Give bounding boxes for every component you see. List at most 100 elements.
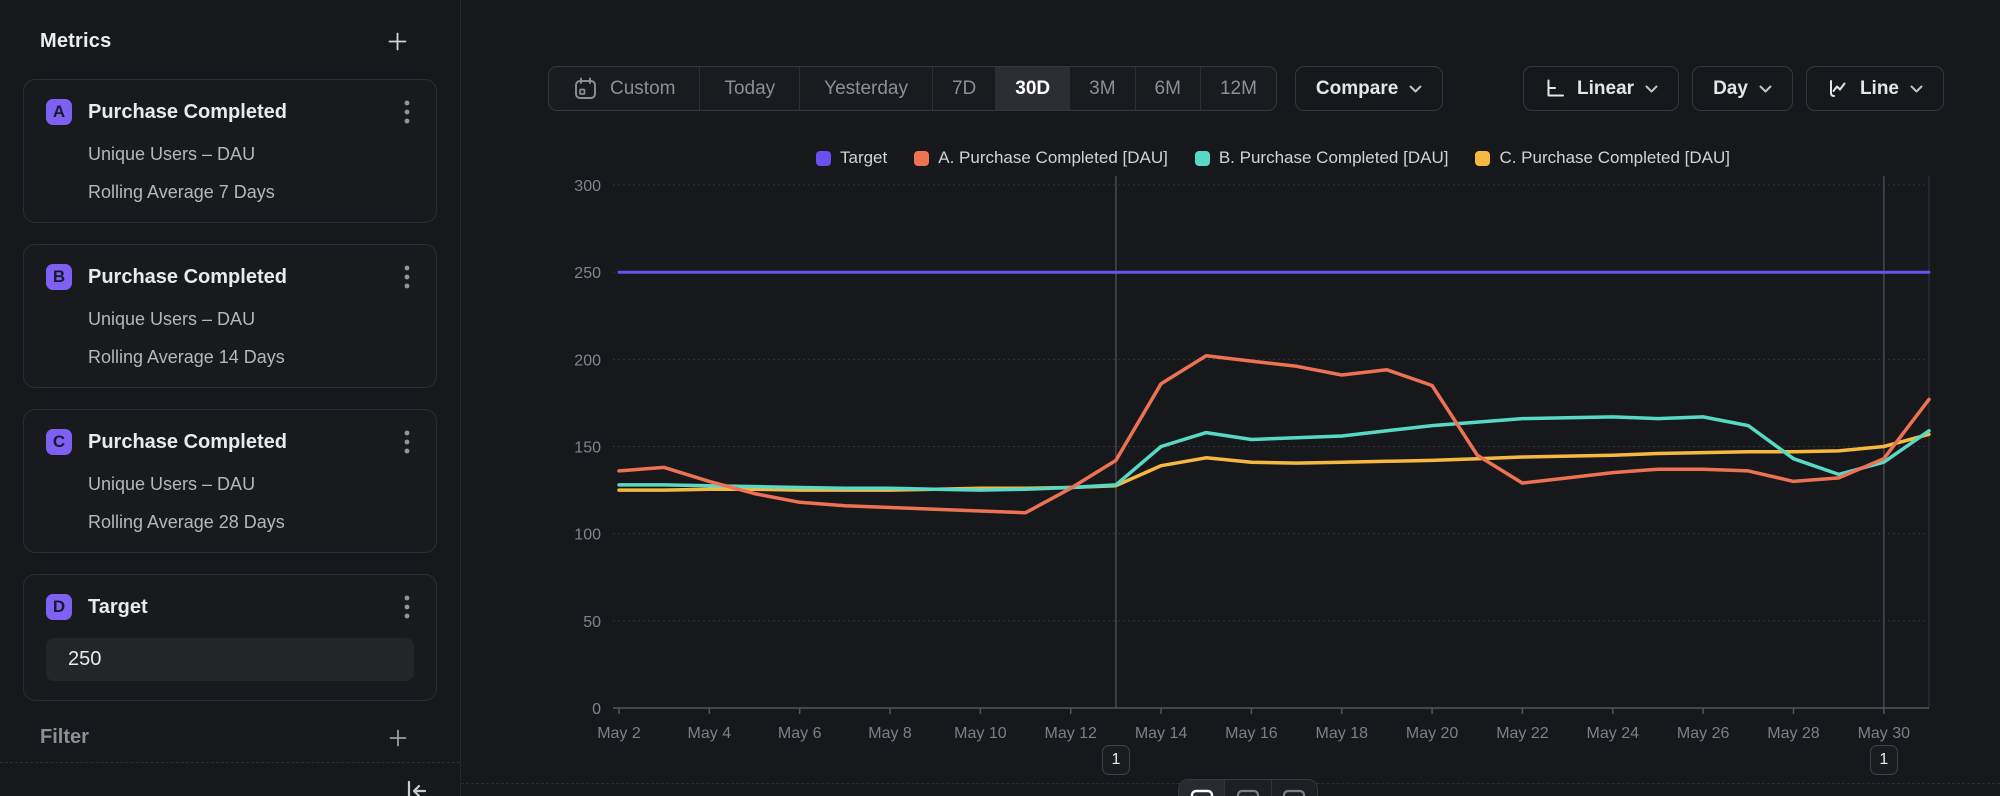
granularity-label: Day <box>1713 78 1748 100</box>
metric-measure: Unique Users – DAU <box>88 474 414 495</box>
plus-icon <box>388 32 407 51</box>
svg-text:May 24: May 24 <box>1587 725 1640 742</box>
range-label: 7D <box>952 78 976 100</box>
range-yesterday[interactable]: Yesterday <box>799 67 932 110</box>
collapse-left-icon <box>402 777 430 796</box>
legend-swatch <box>1475 151 1490 166</box>
chevron-down-icon <box>1759 85 1772 93</box>
metrics-sidebar: Metrics A Purchase Completed Unique User… <box>0 0 461 796</box>
svg-text:300: 300 <box>574 178 601 195</box>
svg-text:150: 150 <box>574 440 601 457</box>
svg-text:50: 50 <box>583 614 601 631</box>
legend-item-a[interactable]: A. Purchase Completed [DAU] <box>914 148 1168 168</box>
chevron-down-icon <box>1645 85 1658 93</box>
range-custom[interactable]: Custom <box>549 67 699 110</box>
chart-type-select-button[interactable]: Line <box>1806 66 1944 111</box>
svg-text:May 20: May 20 <box>1406 725 1459 742</box>
sidebar-title: Metrics <box>40 30 111 53</box>
line-chart-icon <box>1827 78 1849 100</box>
collapse-sidebar-button[interactable] <box>402 777 430 796</box>
metric-title: Purchase Completed <box>88 101 400 124</box>
metric-title: Purchase Completed <box>88 431 400 454</box>
metric-menu-button[interactable] <box>400 97 414 127</box>
sidebar-footer-divider <box>0 762 460 763</box>
metric-title: Purchase Completed <box>88 266 400 289</box>
add-metric-button[interactable] <box>388 32 407 51</box>
annotation-badge[interactable]: 1 <box>1870 745 1898 775</box>
line-chart[interactable]: 050100150200250300May 2May 4May 6May 8Ma… <box>461 0 2000 796</box>
chevron-down-icon <box>1409 85 1422 93</box>
svg-text:0: 0 <box>592 701 601 718</box>
metric-badge-c: C <box>46 429 72 455</box>
range-label: 12M <box>1220 78 1257 100</box>
svg-text:100: 100 <box>574 527 601 544</box>
filter-label: Filter <box>40 726 89 749</box>
legend-item-b[interactable]: B. Purchase Completed [DAU] <box>1195 148 1449 168</box>
svg-text:May 18: May 18 <box>1316 725 1369 742</box>
calendar-icon <box>573 76 598 101</box>
chart-legend: Target A. Purchase Completed [DAU] B. Pu… <box>617 146 1929 170</box>
scale-select-button[interactable]: Linear <box>1523 66 1679 111</box>
legend-swatch <box>1195 151 1210 166</box>
range-label: 3M <box>1089 78 1115 100</box>
time-range-selector: Custom Today Yesterday 7D 30D 3M 6M 12M <box>548 66 1277 111</box>
target-menu-button[interactable] <box>400 592 414 622</box>
legend-item-c[interactable]: C. Purchase Completed [DAU] <box>1475 148 1730 168</box>
split-view-icon <box>1236 789 1260 796</box>
target-value-input[interactable]: 250 <box>46 638 414 681</box>
range-6m[interactable]: 6M <box>1135 67 1200 110</box>
target-badge: D <box>46 594 72 620</box>
metric-card-list: A Purchase Completed Unique Users – DAU … <box>23 79 437 701</box>
legend-label: A. Purchase Completed [DAU] <box>938 148 1168 168</box>
metric-transform: Rolling Average 28 Days <box>88 512 414 533</box>
svg-text:May 6: May 6 <box>778 725 822 742</box>
metric-badge-b: B <box>46 264 72 290</box>
sidebar-header: Metrics <box>40 30 407 53</box>
chart-panel: Custom Today Yesterday 7D 30D 3M 6M 12M … <box>461 0 2000 796</box>
svg-text:May 12: May 12 <box>1044 725 1097 742</box>
svg-text:May 14: May 14 <box>1135 725 1188 742</box>
annotation-badge[interactable]: 1 <box>1102 745 1130 775</box>
metric-card-b[interactable]: B Purchase Completed Unique Users – DAU … <box>23 244 437 388</box>
legend-label: C. Purchase Completed [DAU] <box>1499 148 1730 168</box>
range-12m[interactable]: 12M <box>1200 67 1276 110</box>
svg-text:May 30: May 30 <box>1858 725 1911 742</box>
legend-swatch <box>914 151 929 166</box>
svg-text:May 8: May 8 <box>868 725 912 742</box>
metric-menu-button[interactable] <box>400 262 414 292</box>
view-table-button[interactable] <box>1271 780 1317 796</box>
metric-card-a[interactable]: A Purchase Completed Unique Users – DAU … <box>23 79 437 223</box>
range-today[interactable]: Today <box>699 67 799 110</box>
range-label: 30D <box>1015 78 1050 100</box>
kebab-icon <box>404 594 410 620</box>
view-chart-button[interactable] <box>1179 780 1224 796</box>
granularity-select-button[interactable]: Day <box>1692 66 1793 111</box>
kebab-icon <box>404 99 410 125</box>
svg-text:May 10: May 10 <box>954 725 1007 742</box>
legend-item-target[interactable]: Target <box>816 148 887 168</box>
table-view-icon <box>1282 789 1306 796</box>
svg-text:May 16: May 16 <box>1225 725 1278 742</box>
target-card[interactable]: D Target 250 <box>23 574 437 701</box>
metric-measure: Unique Users – DAU <box>88 144 414 165</box>
metric-menu-button[interactable] <box>400 427 414 457</box>
chart-toolbar: Custom Today Yesterday 7D 30D 3M 6M 12M … <box>548 66 1944 111</box>
range-30d[interactable]: 30D <box>995 67 1069 110</box>
view-split-button[interactable] <box>1224 780 1270 796</box>
kebab-icon <box>404 264 410 290</box>
range-label: Custom <box>610 78 675 100</box>
filter-section: Filter <box>40 726 407 749</box>
svg-text:250: 250 <box>574 265 601 282</box>
axis-scale-icon <box>1544 78 1566 100</box>
range-3m[interactable]: 3M <box>1069 67 1134 110</box>
svg-text:May 4: May 4 <box>688 725 732 742</box>
compare-button[interactable]: Compare <box>1295 66 1443 111</box>
metric-measure: Unique Users – DAU <box>88 309 414 330</box>
range-7d[interactable]: 7D <box>932 67 995 110</box>
range-label: Today <box>724 78 775 100</box>
add-filter-button[interactable] <box>389 729 407 747</box>
svg-text:200: 200 <box>574 352 601 369</box>
metric-badge-a: A <box>46 99 72 125</box>
metric-card-c[interactable]: C Purchase Completed Unique Users – DAU … <box>23 409 437 553</box>
chart-view-icon <box>1190 789 1214 796</box>
